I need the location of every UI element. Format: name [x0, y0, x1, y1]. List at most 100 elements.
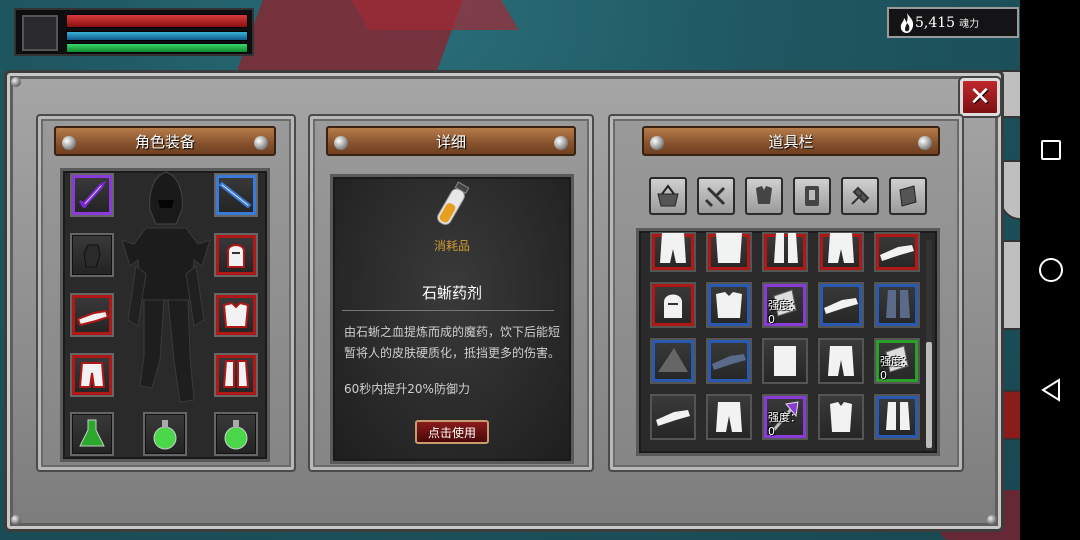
- inventory-header: 道具栏: [642, 126, 940, 156]
- hat-icon: [658, 348, 688, 372]
- rivet: [554, 136, 568, 150]
- rivet: [254, 136, 268, 150]
- inventory-item[interactable]: [706, 282, 752, 328]
- basket-icon: [657, 184, 679, 207]
- offhand-slot[interactable]: [214, 173, 258, 217]
- back-icon[interactable]: [1040, 378, 1062, 402]
- mana-bar: [66, 31, 248, 41]
- flask-icon: [79, 419, 105, 447]
- soul-currency: 5,415 魂力: [887, 7, 1019, 38]
- player-portrait[interactable]: [22, 15, 58, 51]
- divider: [342, 310, 554, 311]
- close-button[interactable]: ✕: [960, 78, 1000, 116]
- pants-icon: [828, 346, 854, 376]
- weapon-slot[interactable]: [70, 173, 114, 217]
- inventory-title: 道具栏: [768, 132, 814, 151]
- boots-slot[interactable]: [214, 353, 258, 397]
- pants-icon: [78, 362, 106, 388]
- currency-amount: 5,415: [915, 14, 956, 31]
- inventory-item[interactable]: [706, 394, 752, 440]
- flame-icon: [900, 13, 914, 33]
- bracer-icon: [656, 410, 690, 426]
- round-flask-icon: [153, 420, 177, 450]
- boots-icon: [886, 402, 910, 430]
- inventory-item[interactable]: [818, 232, 864, 272]
- inventory-item[interactable]: [874, 282, 920, 328]
- tab-weapons[interactable]: [697, 177, 735, 215]
- potion-slot-3[interactable]: [214, 412, 258, 456]
- weapon-icon: [704, 186, 726, 208]
- blade-icon: [218, 181, 252, 209]
- chest-armor-icon: [222, 301, 250, 328]
- rivet: [11, 77, 21, 87]
- inventory-item[interactable]: [650, 232, 696, 272]
- tab-all[interactable]: [649, 177, 687, 215]
- chest-armor-icon: [774, 346, 796, 376]
- inventory-item[interactable]: [650, 394, 696, 440]
- rivet: [987, 515, 997, 525]
- inventory-item[interactable]: [762, 338, 808, 384]
- inventory-item[interactable]: 强度：0: [762, 394, 808, 440]
- round-flask-icon: [224, 420, 248, 450]
- pants-icon: [828, 233, 854, 263]
- pants-icon: [716, 402, 742, 432]
- chest-slot[interactable]: [214, 293, 258, 337]
- chest-armor-icon: [716, 292, 742, 318]
- use-button[interactable]: 点击使用: [415, 420, 489, 444]
- item-description: 由石蜥之血提炼而成的魔药，饮下后能短暂将人的皮肤硬质化，抵挡更多的伤害。: [344, 325, 561, 360]
- currency-unit: 魂力: [959, 19, 980, 30]
- item-strength: 强度：0: [768, 411, 801, 438]
- close-icon: ✕: [969, 82, 991, 112]
- item-strength: 强度：0: [880, 355, 913, 382]
- rivet: [650, 136, 664, 150]
- inventory-item[interactable]: [818, 282, 864, 328]
- tab-accessories[interactable]: [793, 177, 831, 215]
- home-icon[interactable]: [1039, 258, 1063, 282]
- boots-icon: [774, 233, 798, 263]
- rivet: [62, 136, 76, 150]
- background-shape: [351, 0, 519, 30]
- equipment-header: 角色装备: [54, 126, 276, 156]
- item-strength: 强度：0: [768, 299, 801, 326]
- potion-slot-2[interactable]: [143, 412, 187, 456]
- accessory-icon: [805, 186, 819, 206]
- item-category: 消耗品: [433, 239, 470, 253]
- inventory-item[interactable]: [874, 394, 920, 440]
- details-header: 详细: [326, 126, 576, 156]
- inventory-item[interactable]: [650, 338, 696, 384]
- bracer-icon: [880, 245, 914, 261]
- craft-icon: [851, 186, 870, 205]
- inventory-item[interactable]: [762, 232, 808, 272]
- helmet-icon: [227, 244, 245, 268]
- tab-scrolls[interactable]: [889, 177, 927, 215]
- bracer-icon: [824, 298, 858, 314]
- inventory-item[interactable]: 强度：0: [762, 282, 808, 328]
- armor-icon: [756, 186, 772, 204]
- item-effect: 60秒内提升20%防御力: [344, 382, 470, 396]
- glove-slot[interactable]: [70, 233, 114, 277]
- inventory-item[interactable]: [818, 394, 864, 440]
- recent-apps-icon[interactable]: [1041, 140, 1061, 160]
- helmet-slot[interactable]: [214, 233, 258, 277]
- rivet: [334, 136, 348, 150]
- scrollbar-thumb[interactable]: [926, 342, 932, 448]
- pants-icon: [660, 233, 686, 263]
- rivet: [918, 136, 932, 150]
- inventory-item[interactable]: 强度：0: [874, 338, 920, 384]
- inventory-item[interactable]: [650, 282, 696, 328]
- inventory-item[interactable]: [874, 232, 920, 272]
- stamina-bar: [66, 43, 248, 53]
- inventory-item[interactable]: [706, 338, 752, 384]
- legs-slot[interactable]: [70, 353, 114, 397]
- health-bar: [66, 14, 248, 28]
- tab-crafting[interactable]: [841, 177, 879, 215]
- chest-armor-icon: [716, 233, 742, 263]
- potion-slot-1[interactable]: [70, 412, 114, 456]
- boots-icon: [222, 360, 250, 388]
- details-title: 详细: [435, 132, 466, 151]
- inventory-item[interactable]: [818, 338, 864, 384]
- arm-slot[interactable]: [70, 293, 114, 337]
- boots-icon: [886, 290, 910, 318]
- inventory-item[interactable]: [706, 232, 752, 272]
- tab-armor[interactable]: [745, 177, 783, 215]
